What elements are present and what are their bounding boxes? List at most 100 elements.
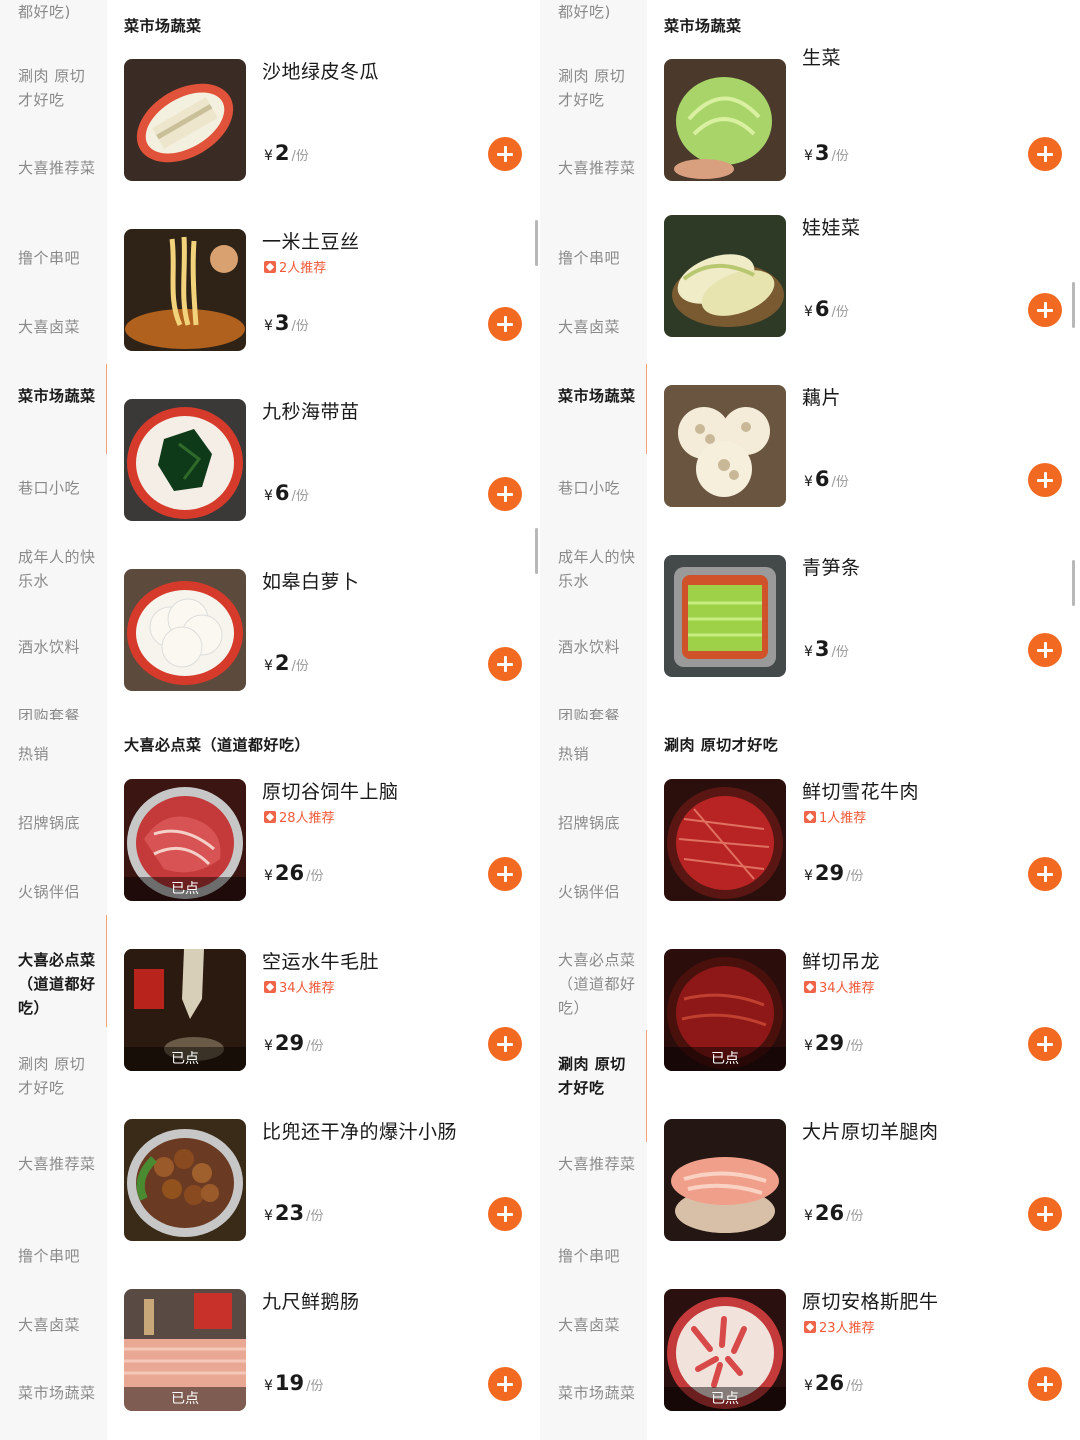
add-to-cart-button[interactable] (488, 137, 522, 171)
sidebar-category-item[interactable]: 菜市场蔬菜 (558, 384, 638, 408)
add-to-cart-button[interactable] (1028, 1367, 1062, 1401)
add-to-cart-button[interactable] (488, 1027, 522, 1061)
sidebar-category-item[interactable]: 撸个串吧 (558, 246, 638, 270)
dish-card[interactable]: 大片原切羊腿肉 ¥26/份 (664, 1119, 1069, 1244)
dish-name: 生菜 (802, 47, 842, 69)
sidebar-category-item[interactable]: 大喜推荐菜 (18, 156, 98, 180)
sidebar-category-item[interactable]: 大喜推荐菜 (558, 156, 638, 180)
dish-price: ¥29/份 (804, 1031, 864, 1055)
price-unit: /份 (306, 1039, 324, 1054)
add-to-cart-button[interactable] (1028, 633, 1062, 667)
dish-card[interactable]: 青笋条 ¥3/份 (664, 555, 1069, 680)
lamb-leg-image[interactable] (664, 1119, 786, 1241)
sidebar-category-item[interactable]: 大喜推荐菜 (558, 1152, 638, 1176)
add-to-cart-button[interactable] (1028, 857, 1062, 891)
add-to-cart-button[interactable] (1028, 293, 1062, 327)
sidebar-category-item[interactable]: 大喜推荐菜 (18, 1152, 98, 1176)
add-to-cart-button[interactable] (488, 307, 522, 341)
lettuce-image[interactable] (664, 59, 786, 181)
sidebar-category-item[interactable]: 都好吃) (558, 0, 638, 24)
dish-card[interactable]: 已点 鲜切吊龙 34人推荐 ¥29/份 (664, 949, 1069, 1074)
sidebar-category-item[interactable]: 火锅伴侣 (18, 880, 98, 904)
sidebar-category-item[interactable]: 撸个串吧 (558, 1244, 638, 1268)
sidebar-category-item[interactable]: 涮肉 原切才好吃 (558, 64, 638, 112)
sidebar-category-item[interactable]: 大喜卤菜 (18, 1313, 98, 1337)
scrollbar[interactable] (535, 528, 538, 574)
goose-intestine-image[interactable]: 已点 (124, 1289, 246, 1411)
marbled-beef-image[interactable] (664, 779, 786, 901)
sidebar-category-item[interactable]: 招牌锅底 (558, 811, 638, 835)
sidebar-category-item[interactable]: 团购套餐 (18, 704, 98, 720)
currency-symbol: ¥ (264, 658, 273, 674)
sidebar-category-item[interactable]: 团购套餐 (558, 704, 638, 720)
price-value: 19 (274, 1371, 305, 1395)
add-to-cart-button[interactable] (1028, 137, 1062, 171)
radish-image[interactable] (124, 569, 246, 691)
sidebar-category-item[interactable]: 酒水饮料 (18, 635, 98, 659)
dish-card[interactable]: 九秒海带苗 ¥6/份 (124, 399, 529, 524)
sidebar-category-item[interactable]: 大喜卤菜 (558, 1313, 638, 1337)
sidebar-category-item[interactable]: 酒水饮料 (558, 635, 638, 659)
sidebar-category-item[interactable]: 成年人的快乐水 (558, 545, 638, 593)
dish-card[interactable]: 已点 九尺鲜鹅肠 ¥19/份 (124, 1289, 529, 1414)
sidebar-category-item[interactable]: 大喜卤菜 (558, 315, 638, 339)
sidebar-category-item[interactable]: 成年人的快乐水 (18, 545, 98, 593)
tripe-image[interactable]: 已点 (124, 949, 246, 1071)
dish-card[interactable]: 已点 原切谷饲牛上脑 28人推荐 ¥26/份 (124, 779, 529, 904)
sidebar-category-item[interactable]: 巷口小吃 (18, 476, 98, 500)
ordered-badge: 已点 (664, 1387, 786, 1411)
add-to-cart-button[interactable] (1028, 463, 1062, 497)
add-to-cart-button[interactable] (488, 477, 522, 511)
add-to-cart-button[interactable] (488, 857, 522, 891)
sidebar-category-item[interactable]: 巷口小吃 (558, 476, 638, 500)
sirloin-image[interactable]: 已点 (664, 949, 786, 1071)
sidebar-category-item[interactable]: 撸个串吧 (18, 246, 98, 270)
sidebar-category-item[interactable]: 撸个串吧 (18, 1244, 98, 1268)
dish-card[interactable]: 已点 原切安格斯肥牛 23人推荐 ¥26/份 (664, 1289, 1069, 1414)
recommend-tag: 23人推荐 (804, 1317, 875, 1336)
dish-card[interactable]: 娃娃菜 ¥6/份 (664, 215, 1069, 340)
sidebar-category-item[interactable]: 火锅伴侣 (558, 880, 638, 904)
kelp-image[interactable] (124, 399, 246, 521)
sidebar-category-item[interactable]: 大喜卤菜 (18, 315, 98, 339)
dish-card[interactable]: 生菜 ¥3/份 (664, 47, 1069, 184)
scrollbar[interactable] (1072, 560, 1075, 606)
sidebar-category-item[interactable]: 菜市场蔬菜 (558, 1381, 638, 1405)
dish-card[interactable]: 已点 空运水牛毛肚 34人推荐 ¥29/份 (124, 949, 529, 1074)
sidebar-category-item[interactable]: 都好吃) (18, 0, 98, 24)
lotus-root-image[interactable] (664, 385, 786, 507)
sidebar-category-item[interactable]: 热销 (18, 742, 98, 766)
sidebar-category-item[interactable]: 菜市场蔬菜 (18, 384, 98, 408)
dish-card[interactable]: 鲜切雪花牛肉 1人推荐 ¥29/份 (664, 779, 1069, 904)
add-to-cart-button[interactable] (1028, 1197, 1062, 1231)
wintermelon-image[interactable] (124, 59, 246, 181)
dish-card[interactable]: 比兜还干净的爆汁小肠 ¥23/份 (124, 1119, 529, 1244)
sidebar-category-item[interactable]: 大喜必点菜（道道都好吃） (18, 948, 98, 1020)
intestine-image[interactable] (124, 1119, 246, 1241)
dish-card[interactable]: 一米土豆丝 2人推荐 ¥3/份 (124, 229, 529, 354)
beef-chuck-image[interactable]: 已点 (124, 779, 246, 901)
sidebar-category-item[interactable]: 涮肉 原切才好吃 (18, 64, 98, 112)
sidebar-category-item[interactable]: 涮肉 原切才好吃 (558, 1052, 638, 1100)
sidebar-category-item[interactable]: 涮肉 原切才好吃 (18, 1052, 98, 1100)
add-to-cart-button[interactable] (488, 1197, 522, 1231)
scrollbar[interactable] (1072, 282, 1075, 328)
angus-beef-image[interactable]: 已点 (664, 1289, 786, 1411)
dish-card[interactable]: 沙地绿皮冬瓜 ¥2/份 (124, 59, 529, 184)
dish-card[interactable]: 藕片 ¥6/份 (664, 385, 1069, 510)
add-to-cart-button[interactable] (1028, 1027, 1062, 1061)
sidebar-category-item[interactable]: 热销 (558, 742, 638, 766)
lettuce-stem-image[interactable] (664, 555, 786, 677)
sidebar-category-item[interactable]: 大喜必点菜（道道都好吃） (558, 948, 638, 1020)
potato-image[interactable] (124, 229, 246, 351)
dish-price: ¥29/份 (264, 1031, 324, 1055)
add-to-cart-button[interactable] (488, 1367, 522, 1401)
add-to-cart-button[interactable] (488, 647, 522, 681)
scrollbar[interactable] (535, 220, 538, 266)
sidebar-category-item[interactable]: 菜市场蔬菜 (18, 1381, 98, 1405)
price-unit: /份 (831, 149, 849, 164)
sidebar-category-item[interactable]: 招牌锅底 (18, 811, 98, 835)
price-value: 6 (814, 297, 830, 321)
baby-cabbage-image[interactable] (664, 215, 786, 337)
dish-card[interactable]: 如皋白萝卜 ¥2/份 (124, 569, 529, 694)
